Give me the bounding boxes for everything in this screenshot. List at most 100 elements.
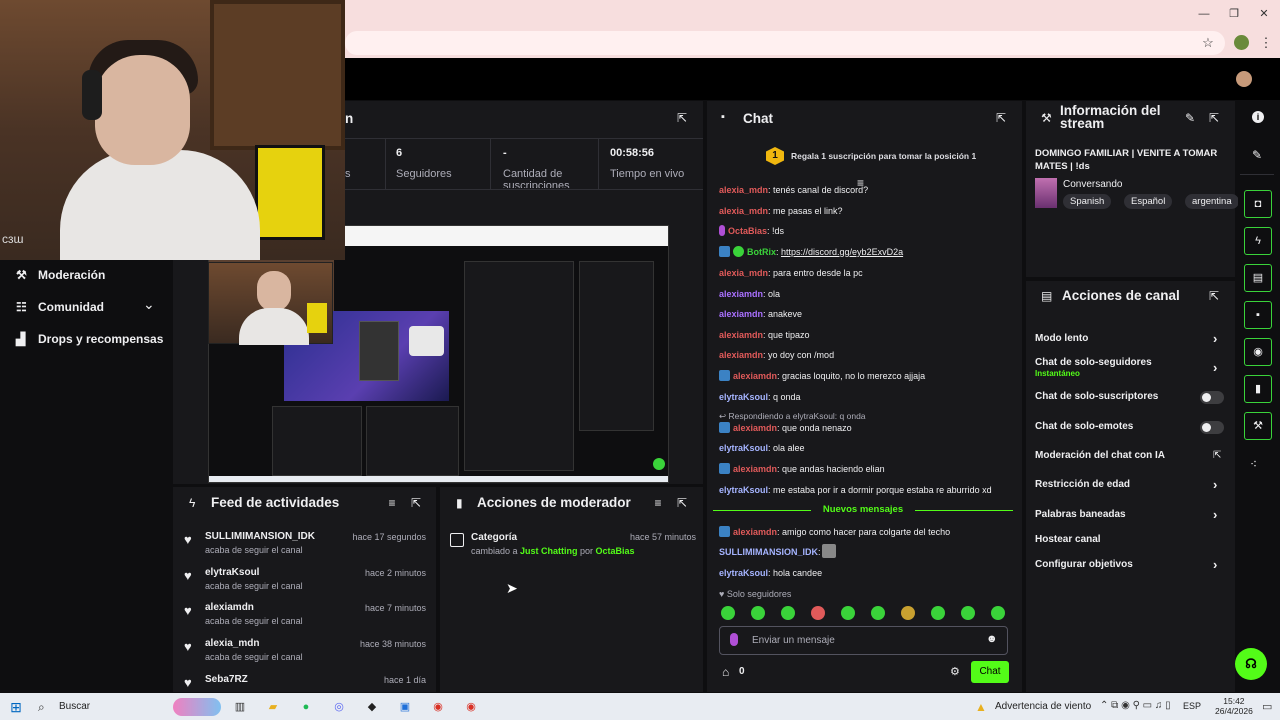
task-view-icon[interactable]: ▥ (230, 697, 250, 717)
toggle-switch[interactable] (1200, 421, 1224, 434)
emote-icon[interactable] (931, 606, 945, 620)
sidebar-item-drops[interactable]: ▟ Drops y recompensas (16, 332, 163, 346)
filter-icon[interactable]: ≡ (385, 496, 399, 510)
chat-username[interactable]: SULLIMIMANSION_IDK (719, 547, 818, 557)
file-explorer-icon[interactable]: ▰ (263, 697, 283, 717)
gift-icon[interactable]: ⌂ (722, 665, 729, 679)
profile-avatar[interactable] (1234, 35, 1249, 50)
chevron-right-icon[interactable]: › (1213, 557, 1217, 572)
feed-username[interactable]: elytraKsoul (205, 567, 259, 578)
pen-icon[interactable]: ✎ (1252, 148, 1262, 162)
feed-username[interactable]: SULLIMIMANSION_IDK (205, 531, 315, 542)
chat-username[interactable]: elytraKsoul (719, 392, 768, 402)
channel-action-item[interactable]: Moderación del chat con IA (1035, 450, 1165, 461)
popout-icon[interactable]: ⇱ (1207, 289, 1221, 303)
bolt-rail-button[interactable]: ϟ (1244, 227, 1272, 255)
broadcast-rail-button[interactable]: ◉ (1244, 338, 1272, 366)
wrench-rail-button[interactable]: ⚒ (1244, 412, 1272, 440)
taskbar-search[interactable]: Buscar (59, 701, 90, 712)
chat-username[interactable]: alexia_mdn (719, 268, 768, 278)
channel-action-item[interactable]: Modo lento (1035, 333, 1088, 344)
stream-tag[interactable]: argentina (1185, 194, 1239, 209)
chrome-icon-2[interactable]: ◉ (461, 697, 481, 717)
address-input[interactable] (345, 31, 1225, 55)
detail-user[interactable]: OctaBias (596, 546, 635, 556)
language-indicator[interactable]: ESP (1183, 701, 1201, 711)
chat-rail-button[interactable]: ▪ (1244, 301, 1272, 329)
document-rail-button[interactable]: ▤ (1244, 264, 1272, 292)
filter-icon[interactable]: ≡ (651, 496, 665, 510)
detail-category[interactable]: Just Chatting (520, 546, 578, 556)
chevron-right-icon[interactable]: › (1213, 331, 1217, 346)
info-icon[interactable]: i (1252, 111, 1264, 123)
browser-menu-icon[interactable]: ⋮ (1258, 35, 1274, 51)
channel-action-item[interactable]: Hostear canal (1035, 534, 1101, 545)
mic-icon[interactable] (730, 633, 738, 646)
tray-icons[interactable]: ⌃ ⧉ ◉ ⚲ ▭ ♫ ▯ (1100, 700, 1171, 711)
user-avatar[interactable] (1236, 71, 1252, 87)
emote-icon[interactable] (781, 606, 795, 620)
chat-username[interactable]: alexiamdn (733, 371, 777, 381)
gear-icon[interactable]: ⚙ (950, 665, 960, 678)
popout-icon[interactable]: ⇱ (409, 496, 423, 510)
chat-username[interactable]: alexiamdn (719, 330, 763, 340)
emote-icon[interactable] (721, 606, 735, 620)
chevron-right-icon[interactable]: › (1213, 360, 1217, 375)
chevron-right-icon[interactable]: › (1213, 507, 1217, 522)
more-icon[interactable]: ⁖ (1250, 457, 1257, 471)
app-icon[interactable]: ◆ (362, 697, 382, 717)
close-window-button[interactable]: ✕ (1256, 6, 1272, 22)
channel-action-item[interactable]: Palabras baneadas (1035, 509, 1126, 520)
chat-username[interactable]: alexiamdn (733, 527, 777, 537)
channel-action-item[interactable]: Restricción de edad (1035, 479, 1130, 490)
notification-icon[interactable]: ▭ (1262, 700, 1272, 713)
emote-icon[interactable] (991, 606, 1005, 620)
chat-username[interactable]: alexiamdn (733, 464, 777, 474)
clock[interactable]: 15:42 26/4/2026 (1215, 696, 1253, 716)
screenshot-rail-button[interactable]: ◘ (1244, 190, 1272, 218)
category-thumbnail[interactable] (1035, 178, 1057, 208)
feed-username[interactable]: alexia_mdn (205, 638, 259, 649)
app-blue-icon[interactable]: ▣ (395, 697, 415, 717)
popout-icon[interactable]: ⇱ (1207, 111, 1221, 125)
emote-icon[interactable] (841, 606, 855, 620)
send-chat-button[interactable]: Chat (971, 661, 1009, 683)
channel-action-item[interactable]: Chat de solo-emotes (1035, 421, 1133, 432)
stream-tag[interactable]: Spanish (1063, 194, 1112, 209)
support-icon[interactable]: ☊ (1235, 648, 1267, 680)
emote-icon[interactable] (961, 606, 975, 620)
chevron-down-icon[interactable]: ⌄ (143, 296, 155, 313)
stream-tag[interactable]: Español (1124, 194, 1173, 209)
chat-link[interactable]: https://discord.gg/eyb2ExvD2a (781, 247, 903, 257)
stream-category[interactable]: Conversando (1063, 179, 1122, 190)
popout-icon[interactable]: ⇱ (994, 111, 1008, 125)
chat-username[interactable]: alexiamdn (719, 289, 763, 299)
chevron-right-icon[interactable]: › (1213, 477, 1217, 492)
feed-username[interactable]: Seba7RZ (205, 674, 248, 685)
emote-icon[interactable] (901, 606, 915, 620)
chat-username[interactable]: elytraKsoul (719, 568, 768, 578)
popout-icon[interactable]: ⇱ (675, 111, 689, 125)
popout-icon[interactable]: ⇱ (675, 496, 689, 510)
emote-icon[interactable] (811, 606, 825, 620)
shield-rail-button[interactable]: ▮ (1244, 375, 1272, 403)
toggle-switch[interactable] (1200, 391, 1224, 404)
chat-username[interactable]: alexiamdn (719, 309, 763, 319)
sidebar-item-moderacion[interactable]: ⚒ Moderación (16, 268, 105, 282)
channel-action-item[interactable]: Chat de solo-seguidores (1035, 357, 1152, 368)
spotify-icon[interactable]: ● (296, 697, 316, 717)
chat-username[interactable]: alexiamdn (719, 350, 763, 360)
sidebar-item-comunidad[interactable]: ☷ Comunidad (16, 300, 104, 314)
external-link-icon[interactable]: ⇱ (1213, 450, 1221, 461)
emote-icon[interactable] (751, 606, 765, 620)
chat-username[interactable]: elytraKsoul (719, 443, 768, 453)
chrome-icon[interactable]: ◉ (428, 697, 448, 717)
chat-username[interactable]: BotRix (747, 247, 776, 257)
windows-start-icon[interactable]: ⊞ (6, 697, 26, 717)
edit-icon[interactable]: ✎ (1183, 111, 1197, 125)
emote-icon[interactable] (871, 606, 885, 620)
chat-username[interactable]: alexia_mdn (719, 185, 768, 195)
channel-action-item[interactable]: Configurar objetivos (1035, 559, 1133, 570)
gift-sub-prompt[interactable]: Regala 1 suscripción para tomar la posic… (791, 151, 976, 161)
discord-icon[interactable]: ◎ (329, 697, 349, 717)
